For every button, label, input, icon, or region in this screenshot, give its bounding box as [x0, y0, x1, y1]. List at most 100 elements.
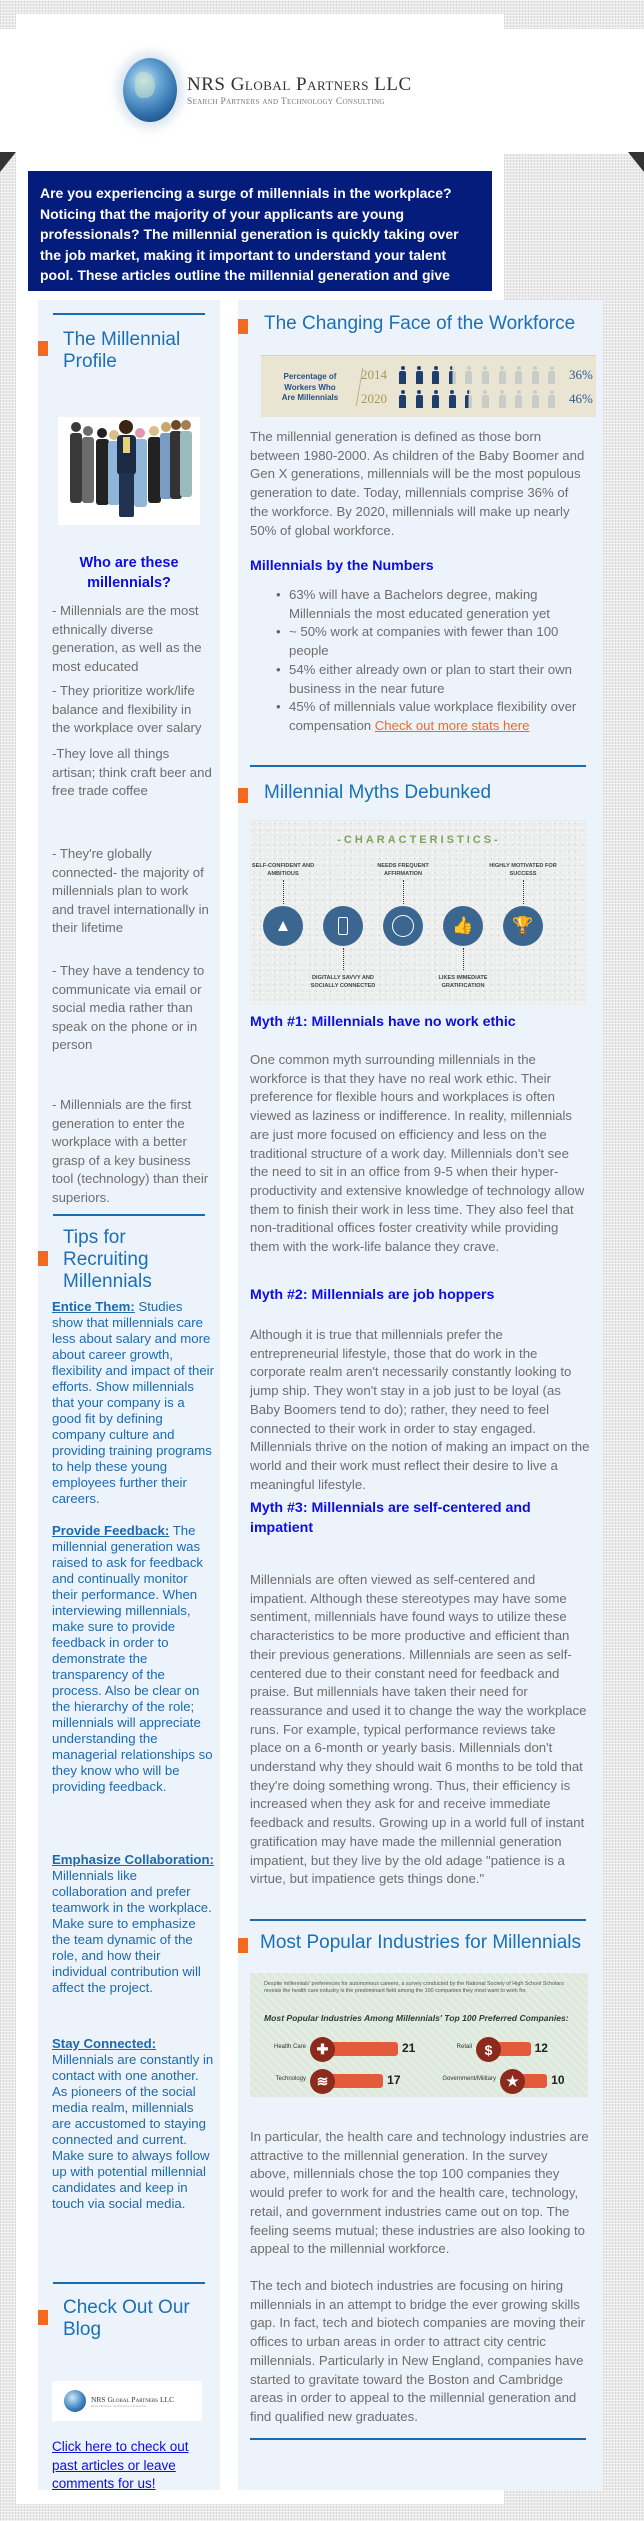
logo-name: NRS Global Partners LLC [187, 73, 412, 95]
trophy-icon: 🏆 [503, 906, 543, 946]
industries-paragraph-2: The tech and biotech industries are focu… [250, 2278, 586, 2424]
tip-label[interactable]: Emphasize Collaboration: [52, 1852, 214, 1867]
globe-icon [64, 2390, 86, 2412]
wifi-icon: ≋ [310, 2069, 335, 2094]
myths-title: Millennial Myths Debunked [264, 782, 492, 803]
worker-figure-icon [497, 366, 508, 384]
section-marker [38, 1251, 48, 1266]
dollar-icon: $ [476, 2037, 501, 2062]
workers-row-2014: 2014 36% [361, 365, 593, 385]
thumbs-up-icon: 👍 [443, 906, 483, 946]
connector-line [463, 948, 464, 970]
industries-infographic-title: Most Popular Industries Among Millennial… [264, 2013, 569, 2023]
worker-figure-icon [414, 390, 425, 408]
section-marker [38, 2310, 48, 2325]
divider [53, 2282, 205, 2284]
industry-name: Health Care [273, 2044, 306, 2050]
star-icon: ★ [500, 2069, 525, 2094]
tip-stay-connected: Stay Connected: Millennials are constant… [52, 2036, 214, 2211]
row-year: 2020 [361, 391, 387, 406]
characteristics-infographic: -CHARACTERISTICS- SELF-CONFIDENT AND AMB… [250, 820, 588, 1005]
smartphone-icon [323, 906, 363, 946]
worker-figure-icon [397, 366, 408, 384]
myth1-text: One common myth surrounding millennials … [250, 1052, 585, 1255]
worker-figure-icon [530, 366, 541, 384]
tip-label[interactable]: Entice Them: [52, 1299, 135, 1314]
stats-link[interactable]: Check out more stats here [375, 718, 530, 733]
myth2-heading: Myth #2: Millennials are job hoppers [250, 1287, 495, 1303]
row-percent: 36% [568, 367, 593, 382]
worker-figure-icon [447, 390, 458, 408]
worker-figure-icon [430, 390, 441, 408]
connector-line [283, 880, 284, 904]
characteristic-caption: DIGITALLY SAVVY AND SOCIALLY CONNECTED [310, 975, 376, 989]
list-item: ~ 50% work at companies with fewer than … [276, 623, 586, 660]
characteristic-caption: NEEDS FREQUENT AFFIRMATION [377, 863, 429, 877]
intro-banner: Are you experiencing a surge of millenni… [28, 171, 492, 304]
industry-name: Government/Military [442, 2076, 496, 2082]
section-marker [38, 341, 48, 356]
numbers-heading: Millennials by the Numbers [250, 558, 434, 574]
industries-infographic: Despite millennials' preferences for aut… [250, 1973, 588, 2097]
tip-label[interactable]: Provide Feedback: [52, 1523, 169, 1538]
worker-figure-icon [463, 366, 474, 384]
section-marker [238, 788, 248, 803]
ribbon-fold-left [0, 152, 16, 172]
tip-label[interactable]: Stay Connected: [52, 2036, 156, 2051]
divider [250, 2438, 586, 2440]
fact-item: - They're globally connected- the majori… [52, 846, 209, 935]
numbers-list: 63% will have a Bachelors degree, making… [276, 586, 586, 736]
connector-line [403, 880, 404, 904]
fact-item: -They love all things artisan; think cra… [52, 746, 212, 798]
characteristic-caption: HIGHLY MOTIVATED FOR SUCCESS [489, 863, 557, 877]
myth3-heading: Myth #3: Millennials are self-centered a… [250, 1500, 531, 1536]
fact-item: - They have a tendency to communicate vi… [52, 963, 205, 1052]
industry-value: 21 [402, 2041, 416, 2055]
characteristics-title: -CHARACTERISTICS- [337, 834, 501, 846]
worker-figure-icon [513, 390, 524, 408]
worker-figure-icon [430, 366, 441, 384]
workers-infographic-label: Percentage of Workers Who Are Millennial… [281, 372, 339, 402]
divider [53, 1214, 205, 1216]
worker-figure-icon [463, 390, 474, 408]
myth1-heading: Myth #1: Millennials have no work ethic [250, 1014, 516, 1030]
main-content: The Changing Face of the Workforce Perce… [238, 300, 603, 2490]
blog-logo[interactable]: NRS Global Partners LLC Search Partners a… [52, 2381, 202, 2421]
blog-logo-tagline: Search Partners and Technology Consultin… [91, 2403, 147, 2408]
worker-figure-icon [480, 390, 491, 408]
mountain-icon: ▲ [263, 906, 303, 946]
myth3-text: Millennials are often viewed as self-cen… [250, 1572, 587, 1887]
divider [250, 765, 586, 767]
sidebar: The Millennial Profile Who are these mil… [38, 300, 220, 2491]
divider [250, 1919, 586, 1921]
worker-figure-icon [480, 366, 491, 384]
characteristic-caption: SELF-CONFIDENT AND AMBITIOUS [251, 863, 315, 877]
fact-item: - Millennials are the first generation t… [52, 1097, 209, 1205]
blog-link[interactable]: Click here to check out past articles or… [52, 2438, 212, 2494]
clock-icon [383, 906, 423, 946]
worker-figure-icon [397, 390, 408, 408]
industries-note: Despite millennials' preferences for aut… [264, 1981, 564, 1994]
worker-figure-icon [414, 366, 425, 384]
fact-item: - They prioritize work/life balance and … [52, 683, 202, 735]
who-heading: Who are these millennials? [79, 555, 179, 591]
connector-line [523, 880, 524, 904]
tip-feedback: Provide Feedback: The millennial generat… [52, 1523, 213, 1794]
millennials-group-photo [58, 417, 200, 525]
workers-row-2020: 2020 46% [361, 389, 593, 409]
worker-figure-icon [497, 390, 508, 408]
tip-entice: Entice Them: Studies show that millennia… [52, 1299, 214, 1506]
ribbon-fold-right [628, 152, 644, 172]
industry-name: Technology [275, 2076, 306, 2082]
worker-figure-icon [546, 390, 557, 408]
worker-figure-icon [447, 366, 458, 384]
industry-value: 17 [387, 2073, 401, 2087]
list-item: 54% either already own or plan to start … [276, 661, 586, 698]
fact-item: - Millennials are the most ethnically di… [52, 603, 202, 674]
company-logo: NRS Global Partners LLC Search Partners … [107, 44, 413, 136]
industries-paragraph-1: In particular, the health care and techn… [250, 2129, 589, 2257]
logo-tagline: Search Partners and Technology Consultin… [187, 96, 385, 107]
worker-figure-icon [513, 366, 524, 384]
workforce-title: The Changing Face of the Workforce [264, 313, 576, 334]
people-figures [70, 420, 192, 517]
